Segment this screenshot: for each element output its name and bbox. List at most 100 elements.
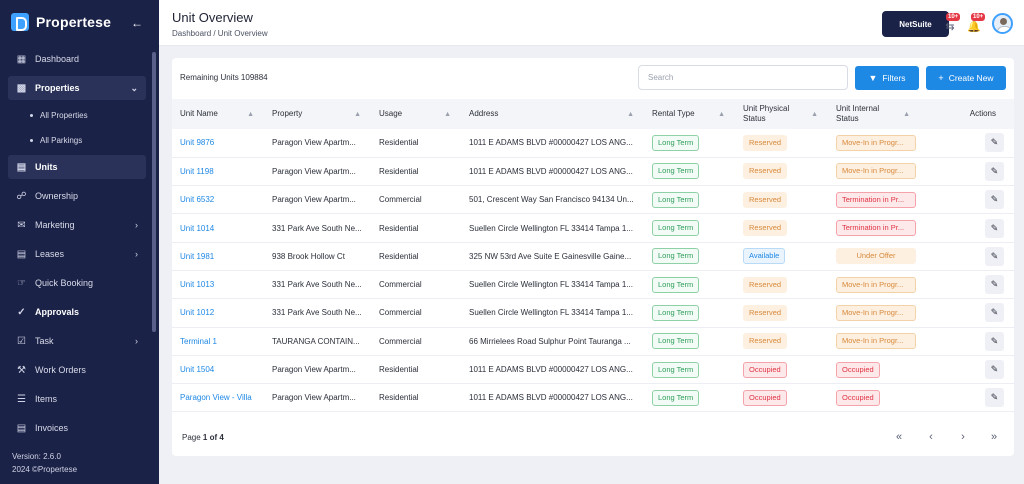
units-table: Unit Name ▲ Property ▲ Usage ▲ Address ▲ Ren… xyxy=(172,99,1014,412)
internal-status-cell: Move-In in Progr... xyxy=(828,299,928,327)
usage-cell: Residential xyxy=(379,365,419,375)
edit-icon[interactable]: ✎ xyxy=(985,275,1004,295)
sidebar-item-marketing[interactable]: ✉ Marketing › xyxy=(8,213,146,237)
sidebar-scrollbar[interactable] xyxy=(152,52,156,332)
edit-icon[interactable]: ✎ xyxy=(985,388,1004,408)
next-page-icon[interactable]: › xyxy=(956,430,970,444)
usage-cell: Residential xyxy=(379,166,419,176)
physical-status-badge: Reserved xyxy=(743,333,788,350)
table-row[interactable]: Terminal 1 TAURANGA CONTAIN... Commercial 6… xyxy=(172,327,1014,356)
unit-name-link[interactable]: Unit 1198 xyxy=(172,157,264,185)
table-row[interactable]: Unit 9876 Paragon View Apartm... Residenti… xyxy=(172,129,1014,158)
breadcrumb[interactable]: Dashboard / Unit Overview xyxy=(172,29,268,38)
edit-icon[interactable]: ✎ xyxy=(985,190,1004,210)
edit-icon[interactable]: ✎ xyxy=(985,331,1004,351)
sidebar-item-work-orders[interactable]: ⚒ Work Orders xyxy=(8,358,146,382)
physical-status-badge: Occupied xyxy=(743,361,787,378)
actions-cell: ✎ xyxy=(928,299,1014,327)
sort-icon: ▲ xyxy=(718,111,725,118)
edit-icon[interactable]: ✎ xyxy=(985,303,1004,323)
unit-name-link[interactable]: Terminal 1 xyxy=(172,327,264,355)
unit-name-link[interactable]: Unit 1014 xyxy=(172,214,264,242)
edit-icon[interactable]: ✎ xyxy=(985,360,1004,380)
sidebar-item-ownership[interactable]: ☍ Ownership xyxy=(8,184,146,208)
sidebar-item-leases[interactable]: ▤ Leases › xyxy=(8,242,146,266)
column-header-unit-name[interactable]: Unit Name ▲ xyxy=(172,99,264,129)
table-row[interactable]: Unit 6532 Paragon View Apartm... Commercia… xyxy=(172,186,1014,214)
column-header-internal-status[interactable]: Unit Internal Status ▲ xyxy=(828,99,928,129)
create-new-button[interactable]: + Create New xyxy=(926,66,1006,90)
table-row[interactable]: Unit 1014 331 Park Ave South Ne... Residen… xyxy=(172,214,1014,243)
actions-cell: ✎ xyxy=(928,186,1014,214)
address-cell: 1011 E ADAMS BLVD #00000427 LOS ANG... xyxy=(469,166,633,176)
actions-cell: ✎ xyxy=(928,129,1014,157)
unit-name-link[interactable]: Unit 1012 xyxy=(172,299,264,327)
property-cell: 331 Park Ave South Ne... xyxy=(272,280,362,290)
brand[interactable]: Propertese xyxy=(11,13,111,31)
unit-name-link[interactable]: Unit 6532 xyxy=(172,186,264,214)
usage-cell: Commercial xyxy=(379,280,422,290)
column-header-physical-status[interactable]: Unit Physical Status ▲ xyxy=(735,99,828,129)
quick-booking-icon: ☞ xyxy=(17,277,26,289)
unit-name-link[interactable]: Unit 1981 xyxy=(172,242,264,270)
physical-status-badge: Reserved xyxy=(743,220,788,237)
sidebar-item-dashboard[interactable]: ▦ Dashboard xyxy=(8,47,146,71)
physical-status-cell: Occupied xyxy=(735,384,828,412)
search-input[interactable] xyxy=(638,65,848,90)
previous-page-icon[interactable]: ‹ xyxy=(924,430,938,444)
edit-icon[interactable]: ✎ xyxy=(985,133,1004,153)
table-row[interactable]: Unit 1981 938 Brook Hollow Ct Residential 3… xyxy=(172,242,1014,271)
physical-status-badge: Reserved xyxy=(743,276,788,293)
collapse-sidebar-arrow-icon[interactable]: ← xyxy=(131,16,143,30)
column-header-property[interactable]: Property ▲ xyxy=(264,99,371,129)
filters-button[interactable]: ▼ Filters xyxy=(855,66,919,90)
unit-name-link[interactable]: Unit 1013 xyxy=(172,270,264,298)
rental-type-cell: Long Term xyxy=(644,327,735,355)
sidebar-item-approvals[interactable]: ✓ Approvals xyxy=(8,300,146,324)
edit-icon[interactable]: ✎ xyxy=(985,161,1004,181)
sidebar-item-quick-booking[interactable]: ☞ Quick Booking xyxy=(8,271,146,295)
unit-name-link[interactable]: Paragon View - Villa xyxy=(172,384,264,412)
table-row[interactable]: Unit 1504 Paragon View Apartm... Residenti… xyxy=(172,355,1014,384)
column-header-rental-type[interactable]: Rental Type ▲ xyxy=(644,99,735,129)
sidebar-item-all-properties[interactable]: All Properties xyxy=(8,105,146,125)
property-cell: TAURANGA CONTAIN... xyxy=(272,336,360,346)
netsuite-button[interactable]: NetSuite xyxy=(882,11,949,37)
actions-cell: ✎ xyxy=(928,242,1014,270)
sidebar-item-all-parkings[interactable]: All Parkings xyxy=(8,130,146,150)
address-cell: Suellen Circle Wellington FL 33414 Tampa… xyxy=(469,308,633,318)
notification-badge: 10+ xyxy=(971,13,986,21)
edit-icon[interactable]: ✎ xyxy=(985,246,1004,266)
table-row[interactable]: Unit 1013 331 Park Ave South Ne... Commerc… xyxy=(172,270,1014,299)
internal-status-cell: Move-In in Progr... xyxy=(828,270,928,298)
sidebar-item-items[interactable]: ☰ Items xyxy=(8,387,146,411)
sidebar-item-invoices[interactable]: ▤ Invoices xyxy=(8,416,146,440)
unit-name-link[interactable]: Unit 9876 xyxy=(172,129,264,157)
column-header-usage[interactable]: Usage ▲ xyxy=(371,99,461,129)
actions-cell: ✎ xyxy=(928,355,1014,383)
sidebar-item-task[interactable]: ☑ Task › xyxy=(8,329,146,353)
first-page-icon[interactable]: « xyxy=(892,430,906,444)
table-row[interactable]: Unit 1198 Paragon View Apartm... Residenti… xyxy=(172,157,1014,186)
last-page-icon[interactable]: » xyxy=(987,430,1001,444)
sort-icon: ▲ xyxy=(247,111,254,118)
approvals-notification-icon[interactable]: ⇆ xyxy=(943,19,957,33)
sidebar-item-label: Ownership xyxy=(35,191,79,201)
notification-badge: 10+ xyxy=(946,13,961,21)
rental-type-cell: Long Term xyxy=(644,270,735,298)
unit-name-link[interactable]: Unit 1504 xyxy=(172,355,264,383)
table-row[interactable]: Paragon View - Villa Paragon View Apartm.… xyxy=(172,384,1014,412)
edit-icon[interactable]: ✎ xyxy=(985,218,1004,238)
invoices-icon: ▤ xyxy=(16,422,27,434)
sidebar-item-label: Quick Booking xyxy=(35,278,94,288)
filter-icon: ▼ xyxy=(868,73,878,83)
sidebar-item-properties[interactable]: ▩ Properties ⌄ xyxy=(8,76,146,100)
property-cell: 331 Park Ave South Ne... xyxy=(272,223,362,233)
table-row[interactable]: Unit 1012 331 Park Ave South Ne... Commerc… xyxy=(172,299,1014,328)
column-header-address[interactable]: Address ▲ xyxy=(461,99,644,129)
avatar[interactable] xyxy=(992,13,1013,34)
sidebar-item-label: Work Orders xyxy=(35,365,86,375)
rental-type-badge: Long Term xyxy=(652,276,700,293)
bell-icon[interactable]: 🔔 xyxy=(967,19,981,33)
sidebar-item-units[interactable]: ▤ Units xyxy=(8,155,146,179)
